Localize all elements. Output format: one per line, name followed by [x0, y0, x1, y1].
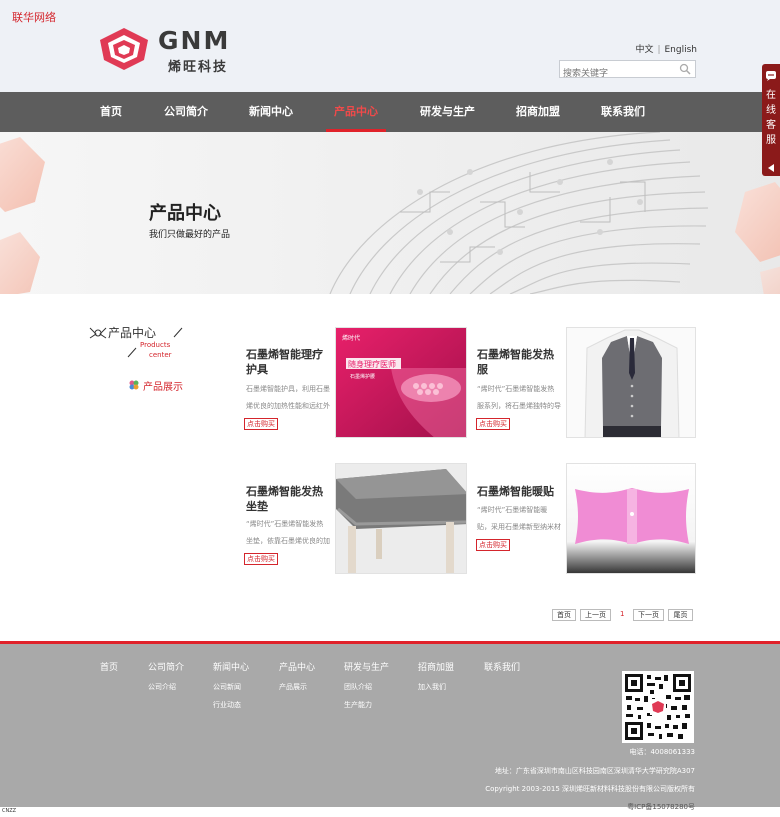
product-desc: 服系列，将石墨烯独特的导: [477, 402, 561, 410]
lang-separator: |: [657, 45, 661, 55]
footer-link-news[interactable]: 新闻中心: [213, 660, 249, 673]
language-switch: 中文 | English: [635, 42, 697, 55]
side-title-en-2: center: [149, 351, 172, 359]
pager-last-button[interactable]: 尾页: [668, 609, 693, 621]
footer-address: 地址：广东省深圳市南山区科技园南区深圳清华大学研究院A307: [494, 767, 695, 775]
footer-sublink[interactable]: 公司介绍: [148, 682, 176, 692]
nav-franchise[interactable]: 招商加盟: [516, 92, 560, 132]
online-service-label: 在线客服: [766, 90, 776, 146]
product-image-tag: 石墨烯护腰: [350, 373, 375, 380]
banner-title: 产品中心: [149, 203, 221, 224]
footer-link-products[interactable]: 产品中心: [279, 660, 315, 673]
product-desc: “烯时代”石墨烯智能发热: [477, 385, 555, 393]
footer-sublink[interactable]: 公司新闻: [213, 682, 241, 692]
pager-current-page: 1: [620, 610, 625, 618]
pager-next-button[interactable]: 下一页: [633, 609, 664, 621]
footer-link-home[interactable]: 首页: [100, 660, 118, 673]
footer-link-franchise[interactable]: 招商加盟: [418, 660, 454, 673]
side-title: 产品中心: [108, 326, 157, 340]
product-title[interactable]: 石墨烯智能理疗护具: [246, 347, 332, 377]
product-image[interactable]: [566, 327, 696, 438]
buy-button[interactable]: 点击购买: [476, 418, 510, 430]
banner-graphic: [0, 132, 780, 294]
logo[interactable]: GNM 烯旺科技: [96, 24, 246, 75]
product-image[interactable]: 烯时代 随身理疗医师 石墨烯护腰: [335, 327, 467, 438]
cushion-image: [336, 464, 466, 573]
warm-patch-image: [567, 464, 695, 573]
pager-prev-button[interactable]: 上一页: [580, 609, 611, 621]
lang-cn-link[interactable]: 中文: [635, 45, 653, 55]
nav-research[interactable]: 研发与生产: [420, 92, 475, 132]
nav-products[interactable]: 产品中心: [326, 92, 386, 132]
chat-icon: [766, 71, 776, 81]
product-title[interactable]: 石墨烯智能发热服: [477, 347, 563, 377]
banner-subtitle: 我们只做最好的产品: [149, 230, 231, 240]
product-image[interactable]: [335, 463, 467, 574]
header: 联华网络 GNM 烯旺科技 中文 | English: [0, 0, 780, 92]
product-desc: 坐垫，依靠石墨烯优良的加: [246, 537, 330, 545]
arrow-left-icon: [768, 164, 774, 172]
nav-about[interactable]: 公司简介: [164, 92, 208, 132]
cnzz-badge[interactable]: CNZZ: [2, 808, 16, 814]
online-service-tab[interactable]: 在线客服: [762, 64, 780, 176]
page: 联华网络 GNM 烯旺科技 中文 | English 首页 公司简介 新闻中心: [0, 0, 780, 817]
lang-en-link[interactable]: English: [665, 45, 698, 55]
logo-text-cn: 烯旺科技: [168, 60, 229, 75]
product-title[interactable]: 石墨烯智能暖贴: [477, 484, 563, 499]
product-title[interactable]: 石墨烯智能发热坐垫: [246, 484, 332, 514]
side-title-en-1: Products: [140, 341, 171, 349]
product-desc: 贴，采用石墨烯新型纳米材: [477, 523, 561, 531]
logo-mark-icon: [100, 28, 148, 70]
footer-copyright: Copyright 2003-2015 深圳烯旺新材料科技股份有限公司版权所有: [485, 785, 695, 793]
belt-image: 烯时代 随身理疗医师 石墨烯护腰: [336, 328, 466, 437]
side-item-product-display[interactable]: 产品展示: [143, 378, 183, 393]
footer-sublink[interactable]: 加入我们: [418, 682, 446, 692]
corner-link[interactable]: 联华网络: [12, 9, 56, 25]
footer-sublink[interactable]: 生产能力: [344, 700, 372, 710]
cnzz-badge-label: CNZZ: [2, 808, 17, 814]
product-desc: 石墨烯智能护具，利用石墨: [246, 385, 330, 393]
buy-button[interactable]: 点击购买: [476, 539, 510, 551]
product-image-headline: 随身理疗医师: [348, 359, 396, 369]
nav-home[interactable]: 首页: [100, 92, 122, 132]
qr-code-icon: [622, 671, 694, 743]
nav-news[interactable]: 新闻中心: [249, 92, 293, 132]
flower-bullet-icon: [129, 380, 139, 390]
search-input[interactable]: [560, 66, 675, 82]
footer-phone: 电话：4008061333: [629, 748, 695, 756]
logo-text-en: GNM: [158, 26, 231, 55]
banner: 产品中心 我们只做最好的产品: [0, 132, 780, 294]
footer-sublink[interactable]: 行业动态: [213, 700, 241, 710]
main-nav: 首页 公司简介 新闻中心 产品中心 研发与生产 招商加盟 联系我们: [0, 92, 780, 132]
product-desc: 烯优良的加热性能和远红外: [246, 402, 330, 410]
nav-contact[interactable]: 联系我们: [601, 92, 645, 132]
product-image-brand: 烯时代: [342, 334, 360, 342]
footer-sublink[interactable]: 产品展示: [279, 682, 307, 692]
footer-icp[interactable]: 粤ICP备15078280号: [627, 802, 695, 812]
buy-button[interactable]: 点击购买: [244, 418, 278, 430]
search-box: [559, 60, 696, 82]
product-desc: “烯时代”石墨烯智能发热: [246, 520, 324, 528]
vest-image: [567, 328, 695, 437]
search-icon[interactable]: [679, 63, 691, 75]
pager-first-button[interactable]: 首页: [552, 609, 576, 621]
product-image[interactable]: [566, 463, 696, 574]
footer-link-contact[interactable]: 联系我们: [484, 660, 520, 673]
footer-link-about[interactable]: 公司简介: [148, 660, 184, 673]
footer-sublink[interactable]: 团队介绍: [344, 682, 372, 692]
footer-link-research[interactable]: 研发与生产: [344, 660, 389, 673]
buy-button[interactable]: 点击购买: [244, 553, 278, 565]
product-desc: “烯时代”石墨烯智能暖: [477, 506, 548, 514]
